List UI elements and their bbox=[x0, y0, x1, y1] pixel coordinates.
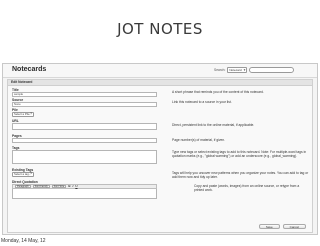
source-input[interactable]: None bbox=[12, 102, 157, 107]
search-label: Search: bbox=[214, 68, 226, 72]
search-input[interactable] bbox=[249, 67, 295, 73]
search-scope-select[interactable]: Notecard bbox=[227, 67, 248, 73]
source-help: Link this notecard to a source in your l… bbox=[172, 100, 232, 104]
search-bar: Search: Notecard bbox=[214, 67, 295, 73]
tags-help: Type new tags or select existing tags to… bbox=[172, 150, 307, 158]
edit-notecard-panel: Edit Notecard Title sample A short phras… bbox=[7, 79, 313, 233]
form-actions: Save Cancel bbox=[258, 224, 306, 229]
direct-quotation-help: Copy and paste (words, images) from an o… bbox=[194, 184, 300, 192]
existing-tags-help: Tags will help you uncover new patterns … bbox=[172, 171, 309, 179]
panel-title: Edit Notecard bbox=[8, 80, 312, 86]
slide-date: Monday, 14 May, 12 bbox=[1, 238, 46, 244]
font-family-select[interactable]: Font Family bbox=[32, 184, 50, 189]
cancel-button[interactable]: Cancel bbox=[282, 224, 306, 229]
bold-button[interactable]: B bbox=[68, 185, 70, 188]
pages-input[interactable] bbox=[12, 138, 157, 143]
slide-title: JOT NOTES bbox=[117, 20, 203, 38]
title-help: A short phrase that reminds you of the c… bbox=[172, 90, 264, 94]
pile-select[interactable]: Select a Pile... bbox=[12, 112, 34, 117]
format-select[interactable]: Paragraph bbox=[15, 184, 31, 189]
app-name: Notecards bbox=[12, 66, 47, 73]
save-button[interactable]: Save bbox=[258, 224, 280, 229]
italic-button[interactable]: I bbox=[72, 185, 73, 188]
app-header: Notecards Search: Notecard bbox=[3, 64, 317, 78]
quotation-editor[interactable] bbox=[12, 189, 157, 199]
pages-help: Page number(s) of material, if given. bbox=[172, 138, 226, 142]
app-window: Notecards Search: Notecard Edit Notecard… bbox=[2, 63, 318, 235]
existing-tags-select[interactable]: Select a tag... bbox=[12, 172, 34, 177]
title-input[interactable]: sample bbox=[12, 92, 157, 97]
url-input[interactable] bbox=[12, 123, 157, 130]
tags-input[interactable] bbox=[12, 150, 157, 164]
font-size-select[interactable]: Font Size bbox=[51, 184, 67, 189]
url-help: Direct, persistent link to the online ma… bbox=[172, 123, 255, 127]
underline-button[interactable]: U bbox=[75, 185, 77, 188]
